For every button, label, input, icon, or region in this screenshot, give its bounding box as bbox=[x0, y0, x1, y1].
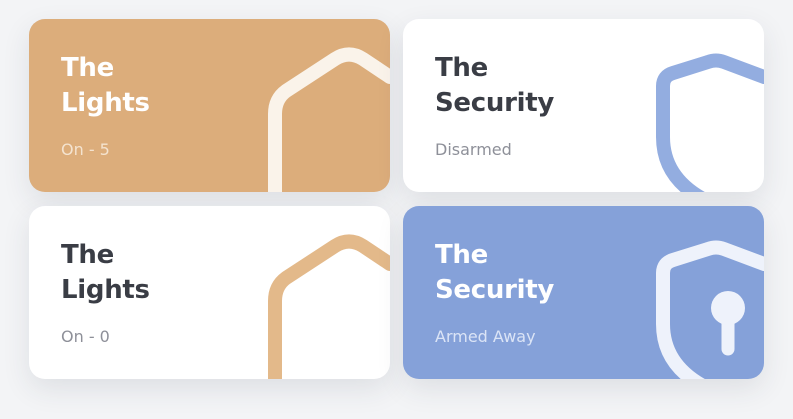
lights-tile-off[interactable]: The Lights On - 0 bbox=[29, 206, 390, 379]
tile-title-line2: Security bbox=[435, 275, 554, 305]
tile-title: The Security bbox=[435, 238, 554, 308]
tile-status: On - 0 bbox=[61, 327, 110, 346]
tile-title: The Lights bbox=[61, 51, 150, 121]
security-tile-armed[interactable]: The Security Armed Away bbox=[403, 206, 764, 379]
house-icon bbox=[268, 234, 390, 379]
shield-lock-icon bbox=[656, 240, 764, 379]
security-tile-disarmed[interactable]: The Security Disarmed bbox=[403, 19, 764, 192]
tile-title-line2: Lights bbox=[61, 275, 150, 305]
tile-title: The Security bbox=[435, 51, 554, 121]
tile-title-line1: The bbox=[61, 240, 114, 270]
shield-icon bbox=[656, 53, 764, 192]
dashboard-tiles: The Lights On - 5 The Security Disarmed … bbox=[0, 0, 793, 419]
tile-title-line1: The bbox=[435, 53, 488, 83]
tile-status: Disarmed bbox=[435, 140, 512, 159]
tile-status: Armed Away bbox=[435, 327, 536, 346]
tile-title-line1: The bbox=[435, 240, 488, 270]
tile-status: On - 5 bbox=[61, 140, 110, 159]
house-icon bbox=[268, 47, 390, 192]
tile-title-line2: Lights bbox=[61, 88, 150, 118]
tile-title-line1: The bbox=[61, 53, 114, 83]
lights-tile-on[interactable]: The Lights On - 5 bbox=[29, 19, 390, 192]
tile-title-line2: Security bbox=[435, 88, 554, 118]
tile-title: The Lights bbox=[61, 238, 150, 308]
